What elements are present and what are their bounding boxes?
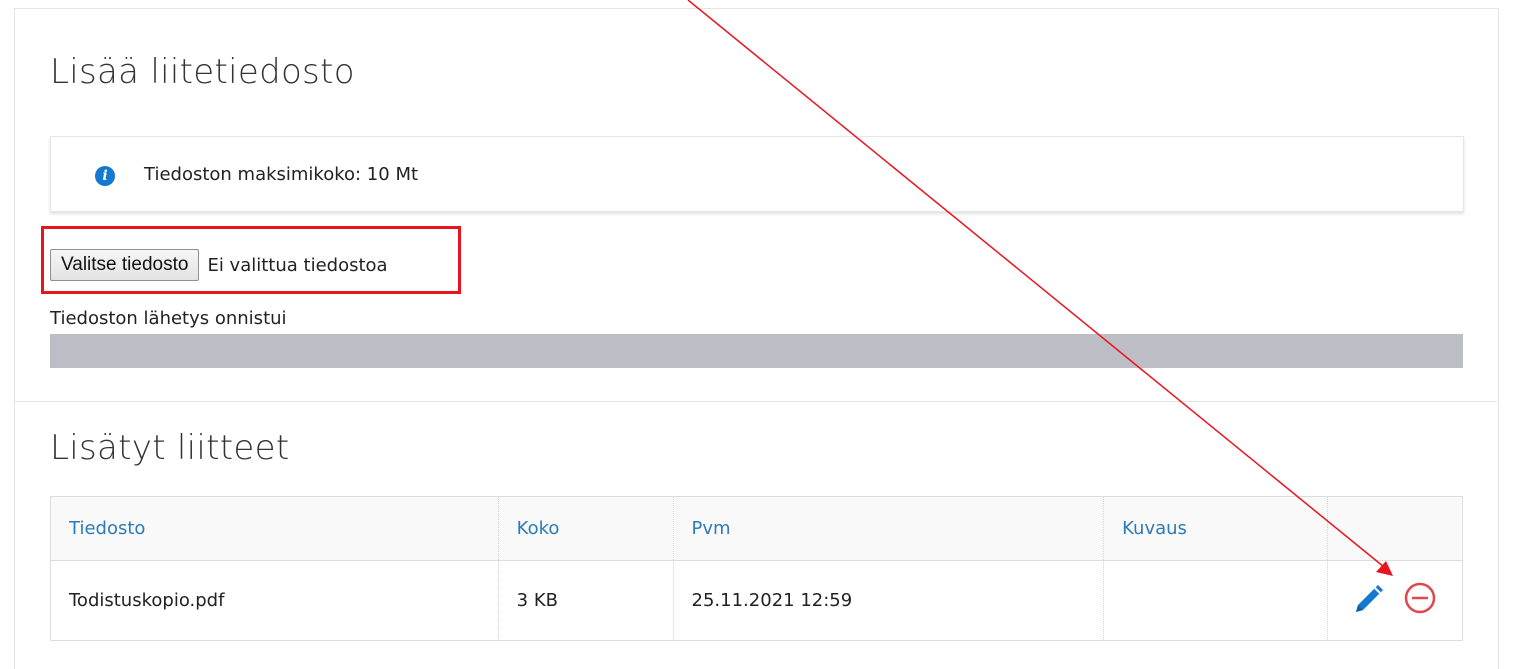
upload-success-message: Tiedoston lähetys onnistui xyxy=(50,308,287,329)
info-icon: i xyxy=(95,166,115,186)
table-row: Todistuskopio.pdf 3 KB 25.11.2021 12:59 xyxy=(51,560,1463,641)
choose-file-button[interactable]: Valitse tiedosto xyxy=(50,249,200,281)
remove-circle-icon[interactable] xyxy=(1402,580,1438,621)
upload-progress-fill xyxy=(50,334,1463,368)
table-header-row: Tiedosto Koko Pvm Kuvaus xyxy=(50,496,1463,561)
pencil-icon[interactable] xyxy=(1348,578,1388,623)
cell-file-size: 3 KB xyxy=(497,560,674,641)
cell-actions xyxy=(1326,560,1463,641)
attachments-section-title: Lisätyt liitteet xyxy=(50,428,290,468)
upload-section-title: Lisää liitetiedosto xyxy=(50,52,355,92)
column-header-size[interactable]: Koko xyxy=(497,496,674,561)
cell-description xyxy=(1103,560,1328,641)
upload-progress-bar xyxy=(50,334,1463,368)
column-header-date[interactable]: Pvm xyxy=(672,496,1104,561)
info-notice: i Tiedoston maksimikoko: 10 Mt xyxy=(50,136,1464,212)
cell-date: 25.11.2021 12:59 xyxy=(672,560,1104,641)
column-header-actions xyxy=(1326,496,1463,561)
attachments-table: Tiedosto Koko Pvm Kuvaus Todistuskopio.p… xyxy=(50,496,1463,641)
file-status-text: Ei valittua tiedostoa xyxy=(207,254,388,276)
file-picker[interactable]: Valitse tiedosto Ei valittua tiedostoa xyxy=(50,249,388,281)
section-divider xyxy=(14,401,1497,402)
max-size-info-text: Tiedoston maksimikoko: 10 Mt xyxy=(144,164,419,185)
column-header-file[interactable]: Tiedosto xyxy=(50,496,499,561)
cell-file-name: Todistuskopio.pdf xyxy=(69,590,225,611)
column-header-description[interactable]: Kuvaus xyxy=(1103,496,1328,561)
